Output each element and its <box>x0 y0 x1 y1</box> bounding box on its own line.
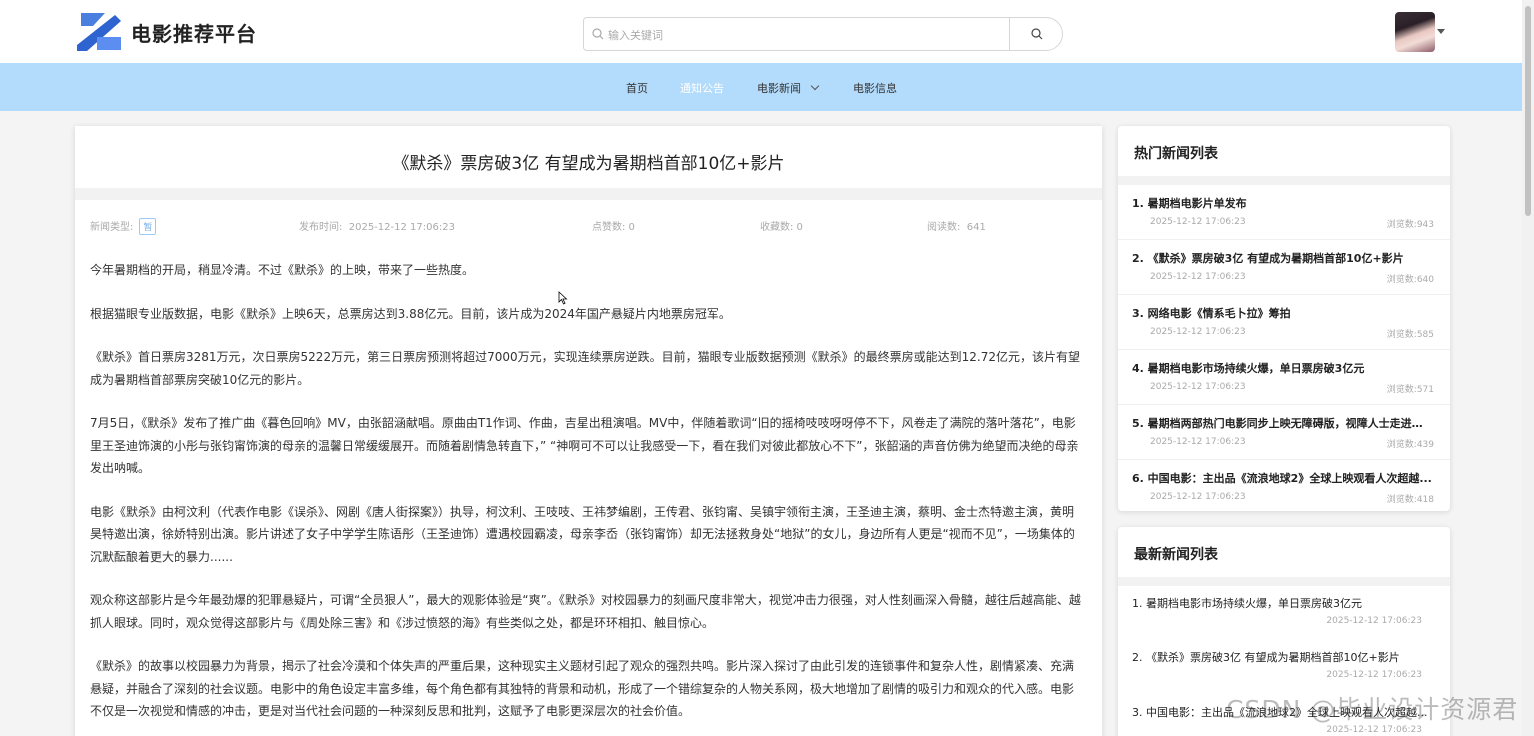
nav-item-notice[interactable]: 通知公告 <box>680 80 724 96</box>
hot-news-item-date: 2025-12-12 17:06:23 <box>1150 492 1246 502</box>
hot-news-item-date: 2025-12-12 17:06:23 <box>1150 272 1246 282</box>
favorite-count: 收藏数: 0 <box>760 222 803 233</box>
divider <box>1118 577 1450 586</box>
search-button[interactable] <box>1009 17 1063 51</box>
watermark: CSDN @毕业设计资源君 <box>1226 695 1519 724</box>
news-type-label: 新闻类型: <box>90 222 134 233</box>
hot-news-item-views: 浏览数:585 <box>1386 330 1434 340</box>
hot-news-item-title[interactable]: 3. 网络电影《情系毛卜拉》筹拍 <box>1132 305 1432 321</box>
hot-news-item-views: 浏览数:943 <box>1386 220 1434 230</box>
search-icon <box>592 28 604 40</box>
hot-news-title: 热门新闻列表 <box>1134 146 1218 162</box>
hot-news-item-views: 浏览数:418 <box>1386 495 1434 505</box>
nav-item-movie-news[interactable]: 电影新闻 <box>757 80 801 96</box>
hot-news-item[interactable]: 4. 暑期档电影市场持续火爆，单日票房破3亿元 2025-12-12 17:06… <box>1118 350 1450 405</box>
chevron-down-icon[interactable] <box>810 81 820 91</box>
mouse-cursor-icon <box>558 291 568 305</box>
hot-news-item-date: 2025-12-12 17:06:23 <box>1150 327 1246 337</box>
article-title: 《默杀》票房破3亿 有望成为暑期档首部10亿+影片 <box>392 154 785 174</box>
hot-news-item[interactable]: 2. 《默杀》票房破3亿 有望成为暑期档首部10亿+影片 2025-12-12 … <box>1118 240 1450 295</box>
latest-news-title: 最新新闻列表 <box>1134 547 1218 563</box>
top-header: 电影推荐平台 <box>0 0 1522 63</box>
article-body: 今年暑期档的开局，稍显冷清。不过《默杀》的上映，带来了一些热度。 根据猫眼专业版… <box>90 259 1085 736</box>
hot-news-item-title[interactable]: 6. 中国电影：主出品《流浪地球2》全球上映观看人次超越... <box>1132 470 1432 486</box>
paragraph: 观众称这部影片是今年最劲爆的犯罪悬疑片，可谓“全员狠人”，最大的观影体验是“爽”… <box>90 593 1081 630</box>
news-type-tag: 暂 <box>139 218 157 235</box>
brand-name[interactable]: 电影推荐平台 <box>131 18 257 47</box>
hot-news-item-title[interactable]: 4. 暑期档电影市场持续火爆，单日票房破3亿元 <box>1132 360 1432 376</box>
paragraph: 电影《默杀》由柯汶利（代表作电影《误杀》、网剧《唐人街探案》）执导，柯汶利、王吱… <box>90 504 1075 564</box>
brand-logo-icon[interactable] <box>75 11 123 52</box>
user-avatar[interactable] <box>1395 12 1435 52</box>
hot-news-item-title[interactable]: 5. 暑期档两部热门电影同步上映无障碍版，视障人士走进影院 <box>1132 415 1432 431</box>
hot-news-item-date: 2025-12-12 17:06:23 <box>1150 437 1246 447</box>
caret-down-icon[interactable] <box>1437 29 1445 34</box>
latest-news-item-date: 2025-12-12 17:06:23 <box>1326 670 1422 680</box>
hot-news-item[interactable]: 6. 中国电影：主出品《流浪地球2》全球上映观看人次超越... 2025-12-… <box>1118 460 1450 515</box>
news-type: 新闻类型: 暂 <box>90 218 157 235</box>
divider <box>75 188 1102 200</box>
read-value: 641 <box>966 222 986 233</box>
nav-item-home[interactable]: 首页 <box>626 80 648 96</box>
hot-news-item-views: 浏览数:439 <box>1386 440 1434 450</box>
article-panel: 《默杀》票房破3亿 有望成为暑期档首部10亿+影片 新闻类型: 暂 发布时间: 2… <box>75 126 1102 736</box>
divider <box>1118 176 1450 185</box>
paragraph: 《默杀》的故事以校园暴力为背景，揭示了社会冷漠和个体失声的严重后果，这种现实主义… <box>90 659 1075 718</box>
hot-news-item[interactable]: 1. 暑期档电影片单发布 2025-12-12 17:06:23 浏览数:943 <box>1118 185 1450 240</box>
scrollbar-thumb[interactable] <box>1525 6 1531 216</box>
paragraph: 《默杀》首日票房3281万元，次日票房5222万元，第三日票房预测将超过7000… <box>90 350 1080 387</box>
paragraph: 根据猫眼专业版数据，电影《默杀》上映6天，总票房达到3.88亿元。目前，该片成为… <box>90 306 731 321</box>
hot-news-panel: 热门新闻列表 1. 暑期档电影片单发布 2025-12-12 17:06:23 … <box>1118 126 1450 511</box>
latest-news-item[interactable]: 1. 暑期档电影市场持续火爆，单日票房破3亿元 2025-12-12 17:06… <box>1118 595 1450 649</box>
publish-time: 发布时间: 2025-12-12 17:06:23 <box>299 218 455 233</box>
hot-news-item-title[interactable]: 1. 暑期档电影片单发布 <box>1132 195 1432 211</box>
hot-news-item[interactable]: 5. 暑期档两部热门电影同步上映无障碍版，视障人士走进影院 2025-12-12… <box>1118 405 1450 460</box>
hot-news-item-views: 浏览数:640 <box>1386 275 1434 285</box>
search-icon <box>1030 28 1042 40</box>
hot-news-item-date: 2025-12-12 17:06:23 <box>1150 382 1246 392</box>
hot-news-item[interactable]: 3. 网络电影《情系毛卜拉》筹拍 2025-12-12 17:06:23 浏览数… <box>1118 295 1450 350</box>
latest-news-item-date: 2025-12-12 17:06:23 <box>1326 725 1422 735</box>
publish-value: 2025-12-12 17:06:23 <box>348 222 455 233</box>
main-nav: 首页 通知公告 电影新闻 电影信息 <box>0 63 1522 111</box>
nav-item-movie-info[interactable]: 电影信息 <box>853 80 897 96</box>
latest-news-item-title[interactable]: 2. 《默杀》票房破3亿 有望成为暑期档首部10亿+影片 <box>1132 649 1432 665</box>
read-count: 阅读数: 641 <box>927 218 986 233</box>
hot-news-item-title[interactable]: 2. 《默杀》票房破3亿 有望成为暑期档首部10亿+影片 <box>1132 250 1432 266</box>
like-count: 点赞数: 0 <box>592 222 635 233</box>
latest-news-item-title[interactable]: 1. 暑期档电影市场持续火爆，单日票房破3亿元 <box>1132 595 1432 611</box>
paragraph: 7月5日，《默杀》发布了推广曲《暮色回响》MV，由张韶涵献唱。原曲由T1作词、作… <box>90 416 1079 475</box>
publish-label: 发布时间: <box>299 222 343 233</box>
paragraph: 今年暑期档的开局，稍显冷清。不过《默杀》的上映，带来了一些热度。 <box>90 263 475 277</box>
read-label: 阅读数: <box>927 222 961 233</box>
latest-news-item-date: 2025-12-12 17:06:23 <box>1326 616 1422 626</box>
hot-news-item-date: 2025-12-12 17:06:23 <box>1150 217 1246 227</box>
search-box <box>583 17 1063 51</box>
search-input[interactable] <box>608 24 1004 46</box>
hot-news-item-views: 浏览数:571 <box>1386 385 1434 395</box>
page-scrollbar[interactable] <box>1522 0 1534 736</box>
